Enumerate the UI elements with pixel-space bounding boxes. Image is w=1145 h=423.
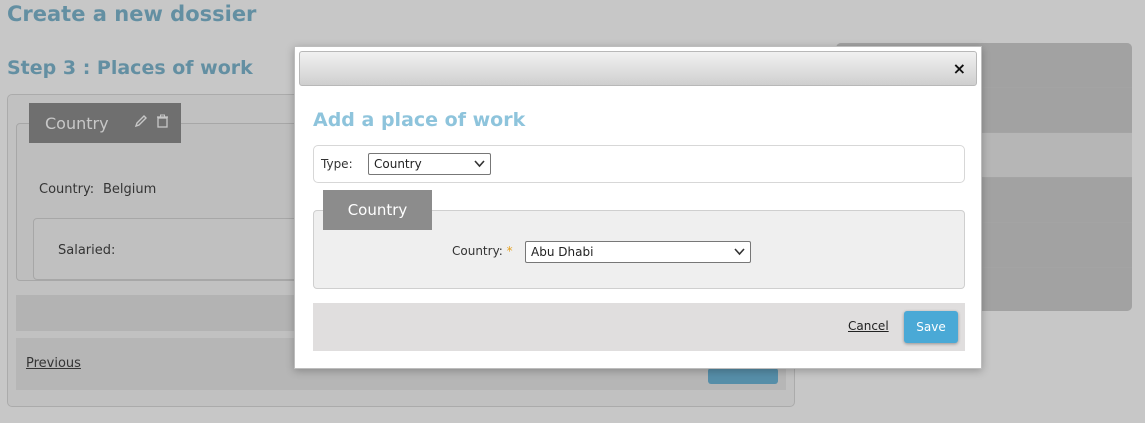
add-place-of-work-dialog: × Add a place of work Type: Country Coun… [294, 46, 982, 369]
cancel-link[interactable]: Cancel [848, 319, 889, 333]
type-select-value: Country [374, 157, 422, 171]
country-select-value: Abu Dhabi [531, 245, 594, 259]
type-row: Type: Country [313, 145, 965, 183]
dialog-footer: Cancel Save [313, 303, 965, 351]
country-select[interactable]: Abu Dhabi [525, 241, 751, 263]
close-icon[interactable]: × [953, 60, 966, 78]
type-select[interactable]: Country [368, 153, 491, 175]
chevron-down-icon [474, 157, 485, 174]
country-section-tab: Country [323, 190, 432, 230]
country-label: Country: * [452, 244, 513, 258]
dialog-header: × [299, 51, 977, 86]
save-button[interactable]: Save [904, 311, 958, 343]
type-label: Type: [321, 157, 353, 171]
chevron-down-icon [734, 245, 745, 262]
country-label-text: Country: [452, 244, 503, 258]
required-marker: * [506, 244, 513, 258]
dialog-title: Add a place of work [313, 109, 526, 131]
